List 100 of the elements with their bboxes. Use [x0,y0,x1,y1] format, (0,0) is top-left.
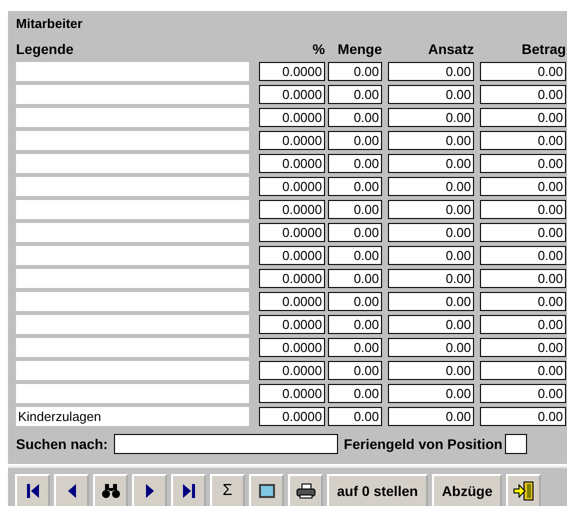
quantity-field[interactable]: 0.00 [328,108,382,127]
find-button[interactable] [93,474,128,506]
first-record-button[interactable] [15,474,50,506]
rate-field[interactable]: 0.00 [388,200,474,219]
next-button[interactable] [132,474,167,506]
amount-field[interactable]: 0.00 [480,154,566,173]
amount-field[interactable]: 0.00 [480,200,566,219]
sum-button[interactable]: Σ [210,474,245,506]
quantity-field[interactable]: 0.00 [328,292,382,311]
percent-field[interactable]: 0.0000 [259,292,325,311]
quantity-field[interactable]: 0.00 [328,223,382,242]
amount-field[interactable]: 0.00 [480,246,566,265]
amount-field[interactable]: 0.00 [480,407,566,426]
rate-field[interactable]: 0.00 [388,223,474,242]
percent-field[interactable]: 0.0000 [259,407,325,426]
legend-field[interactable] [16,361,249,380]
exit-button[interactable] [506,474,542,506]
percent-field[interactable]: 0.0000 [259,108,325,127]
rate-field[interactable]: 0.00 [388,177,474,196]
percent-field[interactable]: 0.0000 [259,315,325,334]
legend-field[interactable] [16,269,249,288]
quantity-field[interactable]: 0.00 [328,384,382,403]
legend-field[interactable] [16,338,249,357]
percent-field[interactable]: 0.0000 [259,361,325,380]
printer-icon [296,483,316,499]
percent-field[interactable]: 0.0000 [259,223,325,242]
previous-button[interactable] [54,474,89,506]
position-field[interactable] [505,434,528,454]
rate-field[interactable]: 0.00 [388,85,474,104]
action-button[interactable]: Abzüge [432,474,502,506]
percent-field[interactable]: 0.0000 [259,384,325,403]
amount-field[interactable]: 0.00 [480,108,566,127]
amount-field[interactable]: 0.00 [480,315,566,334]
column-header: Ansatz [427,41,474,59]
monitor-icon [258,483,276,499]
percent-field[interactable]: 0.0000 [259,338,325,357]
rate-field[interactable]: 0.00 [388,407,474,426]
legend-field[interactable] [16,85,249,104]
position-label: Feriengeld von Position [344,436,502,452]
legend-field[interactable] [16,223,249,242]
legend-field[interactable] [16,62,249,81]
rate-field[interactable]: 0.00 [388,246,474,265]
rate-field[interactable]: 0.00 [388,315,474,334]
rate-field[interactable]: 0.00 [388,338,474,357]
quantity-field[interactable]: 0.00 [328,338,382,357]
quantity-field[interactable]: 0.00 [328,62,382,81]
rate-field[interactable]: 0.00 [388,361,474,380]
amount-field[interactable]: 0.00 [480,338,566,357]
legend-field[interactable] [16,315,249,334]
legend-field[interactable] [16,131,249,150]
amount-field[interactable]: 0.00 [480,292,566,311]
screen-button[interactable] [249,474,284,506]
percent-field[interactable]: 0.0000 [259,131,325,150]
rate-field[interactable]: 0.00 [388,154,474,173]
print-button[interactable] [288,474,323,506]
amount-field[interactable]: 0.00 [480,223,566,242]
rate-field[interactable]: 0.00 [388,384,474,403]
legend-field[interactable]: Kinderzulagen [16,407,249,426]
percent-field[interactable]: 0.0000 [259,200,325,219]
amount-field[interactable]: 0.00 [480,62,566,81]
amount-field[interactable]: 0.00 [480,85,566,104]
percent-field[interactable]: 0.0000 [259,269,325,288]
quantity-field[interactable]: 0.00 [328,200,382,219]
amount-field[interactable]: 0.00 [480,177,566,196]
percent-field[interactable]: 0.0000 [259,62,325,81]
search-field[interactable] [114,434,338,454]
rate-field[interactable]: 0.00 [388,131,474,150]
last-record-button[interactable] [171,474,206,506]
quantity-field[interactable]: 0.00 [328,85,382,104]
quantity-field[interactable]: 0.00 [328,269,382,288]
rate-field[interactable]: 0.00 [388,62,474,81]
column-header: Betrag [520,41,566,59]
skip-last-icon [182,483,196,499]
rate-field[interactable]: 0.00 [388,292,474,311]
legend-field[interactable] [16,154,249,173]
quantity-field[interactable]: 0.00 [328,131,382,150]
amount-field[interactable]: 0.00 [480,361,566,380]
rate-field[interactable]: 0.00 [388,108,474,127]
quantity-field[interactable]: 0.00 [328,246,382,265]
percent-field[interactable]: 0.0000 [259,177,325,196]
legend-field[interactable] [16,108,249,127]
percent-field[interactable]: 0.0000 [259,154,325,173]
legend-field[interactable] [16,246,249,265]
quantity-field[interactable]: 0.00 [328,154,382,173]
amount-field[interactable]: 0.00 [480,384,566,403]
legend-field[interactable] [16,384,249,403]
amount-field[interactable]: 0.00 [480,131,566,150]
percent-field[interactable]: 0.0000 [259,246,325,265]
door-exit-icon [512,481,535,501]
rate-field[interactable]: 0.00 [388,269,474,288]
legend-field[interactable] [16,292,249,311]
legend-field[interactable] [16,200,249,219]
quantity-field[interactable]: 0.00 [328,315,382,334]
amount-field[interactable]: 0.00 [480,269,566,288]
legend-field[interactable] [16,177,249,196]
percent-field[interactable]: 0.0000 [259,85,325,104]
quantity-field[interactable]: 0.00 [328,407,382,426]
quantity-field[interactable]: 0.00 [328,361,382,380]
quantity-field[interactable]: 0.00 [328,177,382,196]
action-button[interactable]: auf 0 stellen [327,474,428,506]
